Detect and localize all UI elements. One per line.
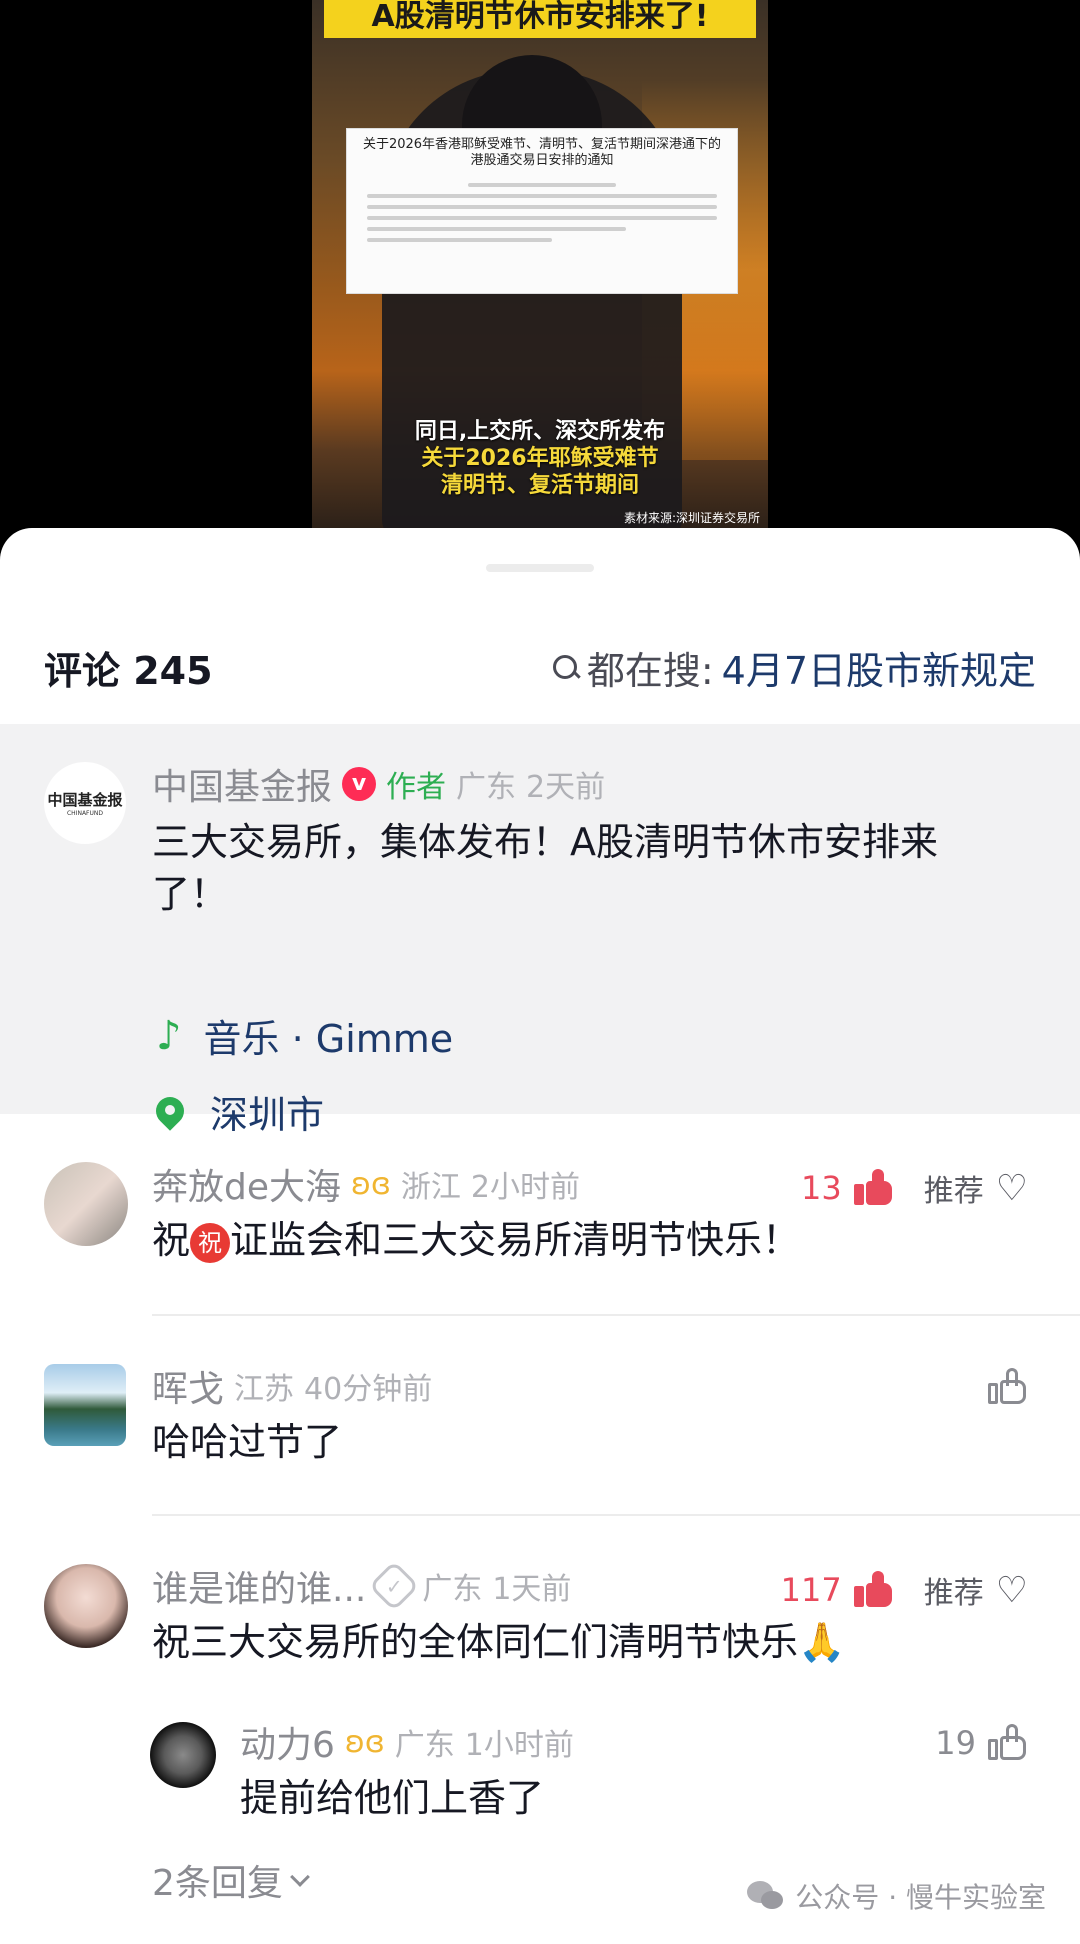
comment-time: 1天前 bbox=[492, 1572, 572, 1607]
avatar[interactable] bbox=[150, 1722, 216, 1788]
location-link[interactable]: 深圳市 bbox=[150, 1084, 325, 1139]
caption-line-3: 清明节、复活节期间 bbox=[440, 473, 639, 498]
watermark-text: 公众号 · 慢牛实验室 bbox=[795, 1881, 1046, 1914]
music-link[interactable]: ♪ 音乐 · Gimme bbox=[156, 1008, 453, 1063]
author-tag: 作者 bbox=[386, 770, 447, 805]
chevron-down-icon bbox=[290, 1867, 310, 1887]
notice-text-line bbox=[367, 227, 626, 231]
notice-document: 关于2026年香港耶稣受难节、清明节、复活节期间深港通下的港股通交易日安排的通知 bbox=[346, 128, 738, 294]
video-caption: 同日,上交所、深交所发布 关于2026年耶稣受难节 清明节、复活节期间 bbox=[312, 418, 768, 499]
comment-location: 广东 bbox=[456, 770, 517, 805]
comment-location: 江苏 bbox=[234, 1372, 295, 1407]
recommend-label[interactable]: 推荐 bbox=[924, 1166, 984, 1210]
like-area: 117 推荐 ♡ bbox=[781, 1568, 1028, 1612]
notice-text-line bbox=[468, 183, 616, 187]
comment-text: 哈哈过节了 bbox=[152, 1420, 343, 1464]
notice-title: 关于2026年香港耶稣受难节、清明节、复活节期间深港通下的港股通交易日安排的通知 bbox=[362, 137, 722, 168]
like-count: 117 bbox=[780, 1571, 842, 1609]
notice-text-line bbox=[367, 216, 717, 220]
username[interactable]: 动力6 bbox=[240, 1716, 335, 1768]
heart-icon[interactable]: ♡ bbox=[996, 1168, 1028, 1209]
username[interactable]: 谁是谁的谁... bbox=[152, 1560, 366, 1612]
divider bbox=[152, 1314, 1080, 1316]
comment-count-title: 评论 245 bbox=[44, 649, 213, 693]
video-frame[interactable]: A股清明节休市安排来了! 关于2026年香港耶稣受难节、清明节、复活节期间深港通… bbox=[312, 0, 768, 530]
like-area bbox=[988, 1368, 1028, 1406]
comment-time: 2天前 bbox=[526, 770, 606, 805]
search-icon bbox=[551, 653, 581, 683]
notice-text-line bbox=[367, 205, 717, 209]
avatar-logo-text: 中国基金报 bbox=[47, 791, 123, 809]
blessing-emoji-icon: 祝 bbox=[190, 1222, 231, 1263]
comment-time: 40分钟前 bbox=[304, 1372, 433, 1407]
search-keyword[interactable]: 4月7日股市新规定 bbox=[722, 640, 1036, 695]
like-area: 19 bbox=[935, 1724, 1028, 1762]
comment-header: 奔放de大海 ʚɞ 浙江 2小时前 bbox=[152, 1158, 580, 1210]
search-label: 都在搜: bbox=[586, 649, 714, 693]
wechat-icon bbox=[747, 1881, 785, 1911]
location-label: 深圳市 bbox=[210, 1093, 325, 1137]
expand-replies-label: 2条回复 bbox=[152, 1863, 283, 1904]
comment-location: 浙江 bbox=[400, 1170, 461, 1205]
notice-text-line bbox=[367, 194, 717, 198]
drag-handle[interactable] bbox=[486, 564, 594, 572]
reply-text: 提前给他们上香了 bbox=[240, 1776, 545, 1820]
comment-header: 中国基金报 v 作者 广东 2天前 bbox=[152, 758, 605, 810]
username[interactable]: 晖戈 bbox=[152, 1360, 224, 1412]
avatar[interactable] bbox=[44, 1564, 128, 1648]
caption-line-2: 关于2026年耶稣受难节 bbox=[421, 446, 659, 471]
heart-icon[interactable]: ♡ bbox=[996, 1570, 1028, 1611]
divider bbox=[152, 1514, 1080, 1516]
ribbon-badge-icon: ʚɞ bbox=[351, 1166, 391, 1202]
recommend-label[interactable]: 推荐 bbox=[924, 1568, 984, 1612]
comment-time: 1小时前 bbox=[464, 1728, 574, 1763]
location-pin-icon bbox=[150, 1090, 190, 1131]
username[interactable]: 中国基金报 bbox=[152, 758, 332, 810]
thumbs-up-icon[interactable] bbox=[853, 1571, 894, 1609]
avatar[interactable]: 中国基金报 CHINAFUND bbox=[44, 762, 126, 844]
verified-icon: v bbox=[342, 767, 377, 801]
comment-text: 祝三大交易所的全体同仁们清明节快乐🙏 bbox=[152, 1620, 846, 1664]
caption-line-1: 同日,上交所、深交所发布 bbox=[414, 419, 666, 444]
thumbs-up-icon[interactable] bbox=[988, 1724, 1028, 1762]
verified-check-icon: ✓ bbox=[368, 1560, 420, 1612]
comment-location: 广东 bbox=[422, 1572, 483, 1607]
video-banner: A股清明节休市安排来了! bbox=[324, 0, 756, 38]
comment-header: 谁是谁的谁... ✓ 广东 1天前 bbox=[152, 1560, 571, 1612]
avatar[interactable] bbox=[44, 1162, 128, 1246]
music-label: 音乐 · Gimme bbox=[203, 1017, 454, 1061]
like-area: 13 推荐 ♡ bbox=[801, 1166, 1028, 1210]
like-count: 13 bbox=[801, 1169, 842, 1207]
expand-replies-button[interactable]: 2条回复 bbox=[152, 1854, 310, 1906]
avatar-logo-subtext: CHINAFUND bbox=[66, 810, 103, 817]
video-player[interactable]: A股清明节休市安排来了! 关于2026年香港耶稣受难节、清明节、复活节期间深港通… bbox=[0, 0, 1080, 540]
comment-text: 祝祝证监会和三大交易所清明节快乐！ bbox=[152, 1214, 800, 1266]
reply-header: 动力6 ʚɞ 广东 1小时前 bbox=[240, 1716, 574, 1768]
comment-text: 三大交易所，集体发布！A股清明节休市安排来了！ bbox=[152, 820, 938, 916]
like-count: 19 bbox=[935, 1724, 976, 1762]
thumbs-up-icon[interactable] bbox=[988, 1368, 1028, 1406]
ribbon-badge-icon: ʚɞ bbox=[344, 1724, 385, 1760]
comment-sheet: 评论 245 都在搜: 4月7日股市新规定 中国基金报 CHINAFUND 中国… bbox=[0, 528, 1080, 1944]
video-source: 素材来源:深圳证券交易所 bbox=[623, 511, 760, 525]
search-suggestion[interactable]: 都在搜: 4月7日股市新规定 bbox=[551, 640, 1036, 695]
comment-text-body: 证监会和三大交易所清明节快乐！ bbox=[230, 1218, 801, 1262]
notice-text-line bbox=[367, 238, 552, 242]
watermark: 公众号 · 慢牛实验室 bbox=[747, 1876, 1046, 1916]
avatar[interactable] bbox=[44, 1364, 126, 1446]
comment-text-prefix: 祝 bbox=[152, 1218, 191, 1262]
thumbs-up-icon[interactable] bbox=[853, 1169, 894, 1207]
pinned-author-comment[interactable]: 中国基金报 CHINAFUND 中国基金报 v 作者 广东 2天前 三大交易所，… bbox=[0, 724, 1080, 1137]
music-note-icon: ♪ bbox=[156, 1012, 182, 1059]
comment-time: 2小时前 bbox=[470, 1170, 580, 1205]
comment-location: 广东 bbox=[394, 1728, 455, 1763]
username[interactable]: 奔放de大海 bbox=[152, 1158, 341, 1210]
comment-header: 晖戈 江苏 40分钟前 bbox=[152, 1360, 432, 1412]
